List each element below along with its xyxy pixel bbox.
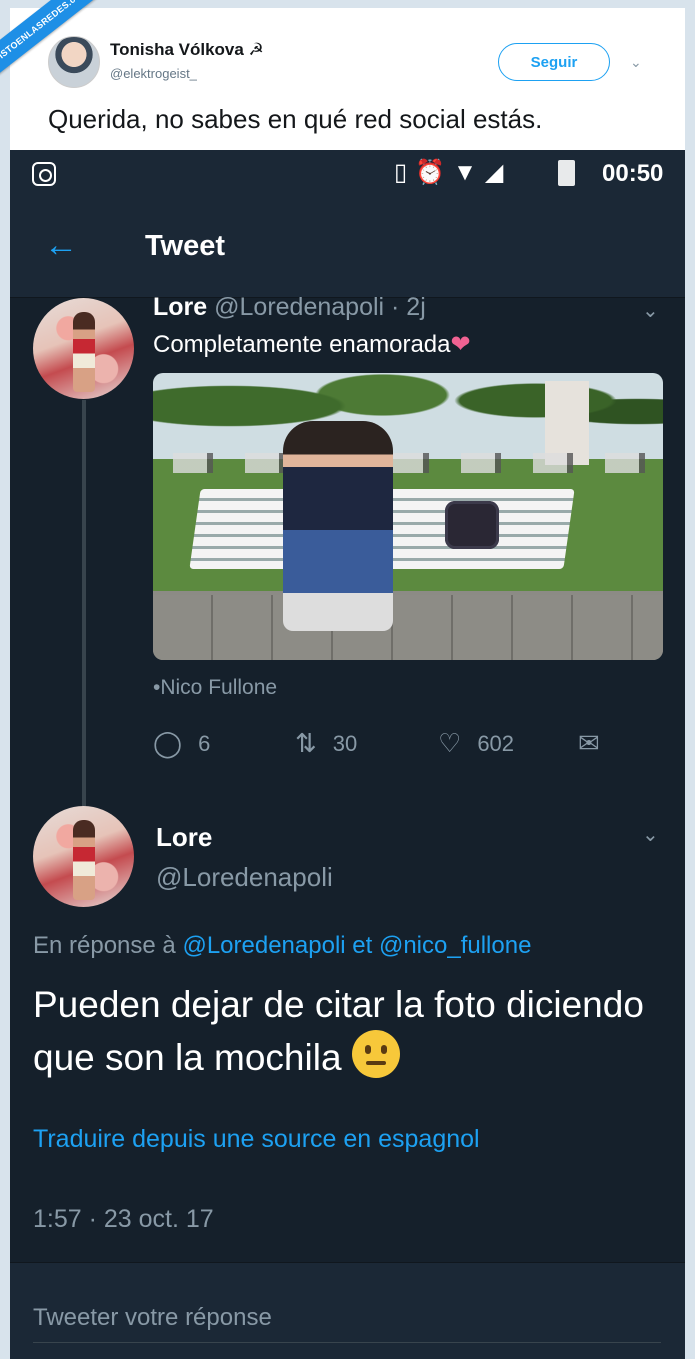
- outer-tweet-card: Tonisha Vólkova ☭ @elektrogeist_ Seguir …: [10, 8, 685, 156]
- reply-count: 6: [198, 730, 211, 756]
- tweet-text: Pueden dejar de citar la foto diciendo q…: [33, 984, 644, 1078]
- author-name[interactable]: Lore: [153, 293, 207, 321]
- tweet-actions: ◯ 6 ⇅ 30 ♡ 602 ✉: [153, 728, 613, 768]
- envelope-icon: ✉: [578, 728, 600, 758]
- app-bar: ← Tweet: [10, 198, 685, 298]
- page-title: Tweet: [145, 230, 226, 262]
- chevron-down-icon[interactable]: ⌄: [642, 822, 659, 847]
- reply-joiner: et: [352, 932, 373, 959]
- tweet-photo[interactable]: [153, 373, 663, 660]
- vibrate-icon: ▯: [394, 159, 416, 186]
- translate-link[interactable]: Traduire depuis une source en espagnol: [33, 1125, 480, 1154]
- signal-icon: ◢: [484, 159, 512, 186]
- instagram-icon: [32, 162, 56, 186]
- wifi-icon: ▼: [453, 159, 485, 186]
- message-action[interactable]: ✉: [578, 728, 616, 759]
- author-handle-time[interactable]: @Loredenapoli · 2j: [214, 293, 426, 321]
- status-bar: ▯⏰▼◢ 00:50: [10, 150, 685, 198]
- battery-icon: [558, 160, 575, 186]
- author-name[interactable]: Lore: [156, 822, 212, 853]
- reply-context: En réponse à @Loredenapoli et @nico_full…: [33, 932, 531, 960]
- retweet-count: 30: [332, 730, 358, 756]
- like-action[interactable]: ♡ 602: [438, 728, 514, 759]
- timestamp[interactable]: 1:57 · 23 oct. 17: [33, 1205, 214, 1234]
- back-arrow-icon[interactable]: ←: [44, 226, 78, 265]
- like-count: 602: [477, 730, 515, 756]
- chevron-down-icon[interactable]: ⌄: [642, 298, 659, 323]
- mention-link[interactable]: @nico_fullone: [379, 932, 531, 959]
- tweet-text: Querida, no sabes en qué red social está…: [48, 104, 543, 134]
- quoted-tweet-header: Lore @Loredenapoli · 2j: [153, 293, 426, 322]
- retweet-icon: ⇅: [295, 728, 317, 758]
- tweet-text: Completamente enamorada: [153, 331, 451, 358]
- follow-button[interactable]: Seguir: [498, 43, 610, 81]
- mention-link[interactable]: @Loredenapoli: [182, 932, 345, 959]
- status-icons: ▯⏰▼◢: [394, 158, 511, 187]
- photo-credit[interactable]: •Nico Fullone: [153, 676, 277, 700]
- heart-icon: ♡: [438, 728, 462, 758]
- main-tweet-text: Pueden dejar de citar la foto diciendo q…: [33, 980, 663, 1083]
- author-handle[interactable]: @elektrogeist_: [110, 66, 197, 81]
- quoted-tweet-text: Completamente enamorada❤: [153, 330, 471, 359]
- reply-bar: [10, 1262, 685, 1359]
- reply-action[interactable]: ◯ 6: [153, 728, 210, 759]
- alarm-icon: ⏰: [415, 159, 454, 186]
- avatar[interactable]: [33, 298, 134, 399]
- reply-input[interactable]: [33, 1293, 661, 1343]
- phone-screen: ▯⏰▼◢ 00:50 ← Tweet Lore @Loredenapoli · …: [10, 150, 685, 1359]
- screenshot-frame: VISTOENLASREDES.com Tonisha Vólkova ☭ @e…: [0, 0, 695, 1359]
- thread-line: [82, 400, 86, 810]
- reply-prefix: En réponse à: [33, 932, 176, 959]
- backpack: [445, 501, 499, 549]
- avatar[interactable]: [48, 36, 100, 88]
- neutral-face-emoji: [351, 1030, 400, 1078]
- reply-icon: ◯: [153, 728, 183, 758]
- author-name[interactable]: Tonisha Vólkova ☭: [110, 40, 264, 60]
- author-handle[interactable]: @Loredenapoli: [156, 862, 333, 893]
- avatar[interactable]: [33, 806, 134, 907]
- heart-emoji: ❤: [450, 331, 471, 358]
- chevron-down-icon[interactable]: ⌄: [630, 54, 644, 70]
- status-time: 00:50: [602, 160, 664, 187]
- retweet-action[interactable]: ⇅ 30: [295, 728, 357, 759]
